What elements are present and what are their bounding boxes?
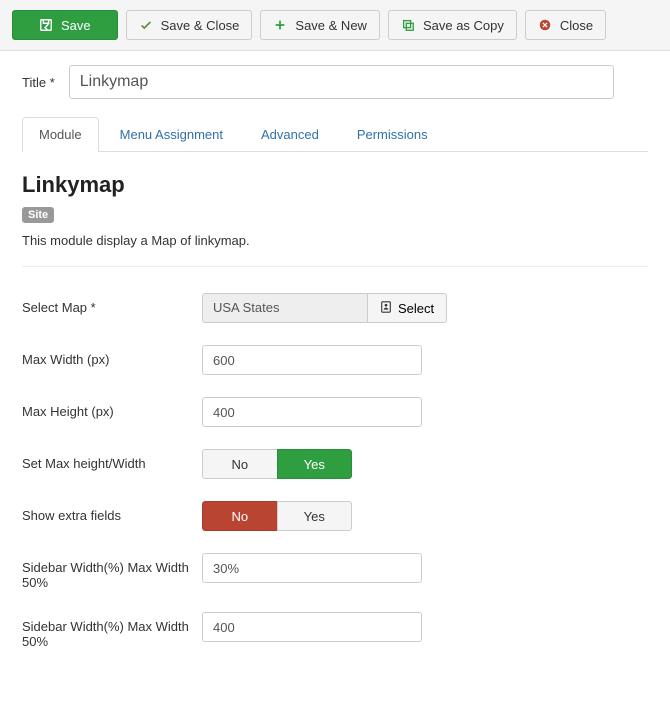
- set-max-label: Set Max height/Width: [22, 449, 202, 471]
- title-label: Title *: [22, 75, 55, 90]
- copy-icon: [401, 18, 415, 32]
- separator: [22, 266, 648, 267]
- max-width-input[interactable]: [202, 345, 422, 375]
- save-new-label: Save & New: [295, 18, 367, 33]
- plus-icon: [273, 18, 287, 32]
- save-new-button[interactable]: Save & New: [260, 10, 380, 40]
- tab-module[interactable]: Module: [22, 117, 99, 152]
- tab-permissions[interactable]: Permissions: [340, 117, 445, 151]
- save-close-button[interactable]: Save & Close: [126, 10, 253, 40]
- set-max-yes[interactable]: Yes: [277, 449, 353, 479]
- select-map-label: Select Map *: [22, 293, 202, 315]
- save-close-label: Save & Close: [161, 18, 240, 33]
- select-map-button-label: Select: [398, 301, 434, 316]
- row-max-width: Max Width (px): [22, 345, 648, 375]
- max-height-label: Max Height (px): [22, 397, 202, 419]
- set-max-toggle: No Yes: [202, 449, 352, 479]
- save-icon: [39, 18, 53, 32]
- module-description: This module display a Map of linkymap.: [22, 233, 648, 248]
- row-sidebar-width-2: Sidebar Width(%) Max Width 50%: [22, 612, 648, 649]
- content: Title * Module Menu Assignment Advanced …: [0, 51, 670, 701]
- select-map-button[interactable]: Select: [367, 293, 447, 323]
- show-extra-label: Show extra fields: [22, 501, 202, 523]
- row-max-height: Max Height (px): [22, 397, 648, 427]
- save-button-label: Save: [61, 18, 91, 33]
- title-input[interactable]: [69, 65, 614, 99]
- select-map-value: USA States: [202, 293, 367, 323]
- tab-advanced[interactable]: Advanced: [244, 117, 336, 151]
- show-extra-no[interactable]: No: [202, 501, 277, 531]
- sidebar-width-2-label: Sidebar Width(%) Max Width 50%: [22, 612, 202, 649]
- max-height-input[interactable]: [202, 397, 422, 427]
- row-show-extra: Show extra fields No Yes: [22, 501, 648, 531]
- sidebar-width-1-input[interactable]: [202, 553, 422, 583]
- address-book-icon: [380, 301, 392, 316]
- set-max-no[interactable]: No: [202, 449, 277, 479]
- site-badge: Site: [22, 207, 54, 223]
- show-extra-toggle: No Yes: [202, 501, 352, 531]
- sidebar-width-1-label: Sidebar Width(%) Max Width 50%: [22, 553, 202, 590]
- max-width-label: Max Width (px): [22, 345, 202, 367]
- close-button[interactable]: Close: [525, 10, 606, 40]
- save-button[interactable]: Save: [12, 10, 118, 40]
- check-icon: [139, 18, 153, 32]
- close-label: Close: [560, 18, 593, 33]
- toolbar: Save Save & Close Save & New Save as Cop…: [0, 0, 670, 51]
- module-heading: Linkymap: [22, 172, 648, 198]
- save-copy-label: Save as Copy: [423, 18, 504, 33]
- title-row: Title *: [22, 65, 648, 99]
- row-set-max: Set Max height/Width No Yes: [22, 449, 648, 479]
- tabs: Module Menu Assignment Advanced Permissi…: [22, 117, 648, 152]
- close-icon: [538, 18, 552, 32]
- save-copy-button[interactable]: Save as Copy: [388, 10, 517, 40]
- sidebar-width-2-input[interactable]: [202, 612, 422, 642]
- show-extra-yes[interactable]: Yes: [277, 501, 353, 531]
- row-select-map: Select Map * USA States Select: [22, 293, 648, 323]
- row-sidebar-width-1: Sidebar Width(%) Max Width 50%: [22, 553, 648, 590]
- tab-menu-assignment[interactable]: Menu Assignment: [103, 117, 240, 151]
